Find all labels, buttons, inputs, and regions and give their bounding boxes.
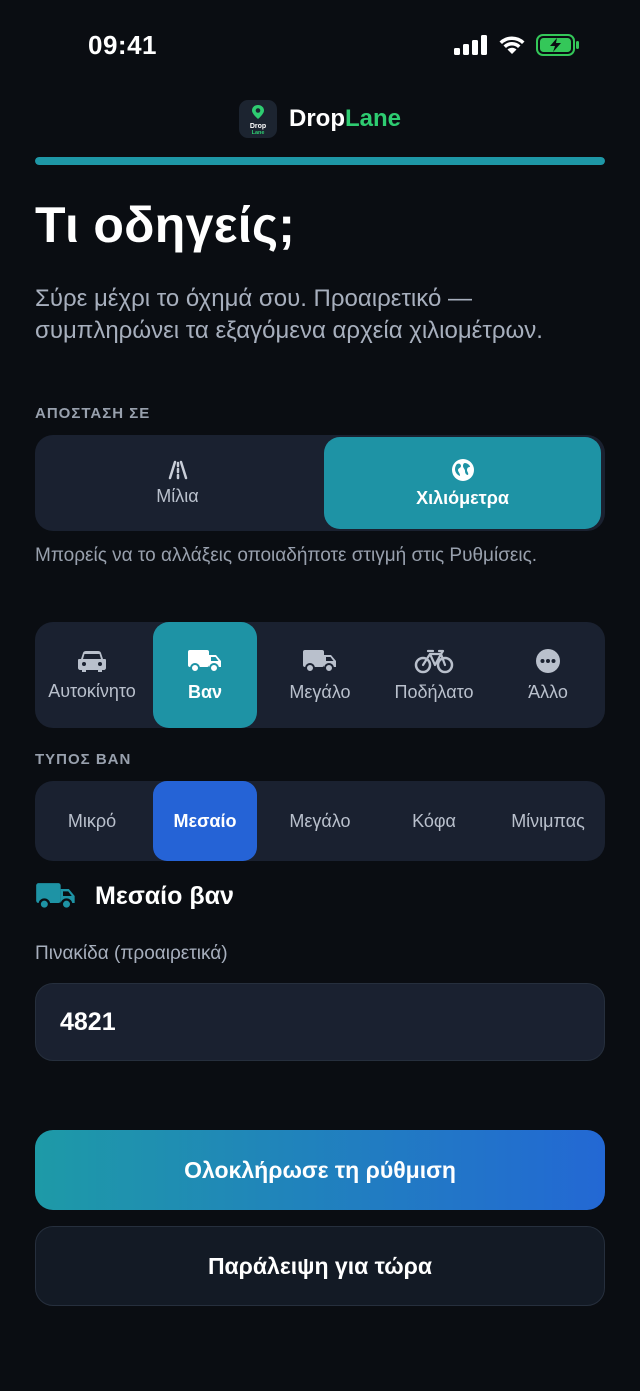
selected-vehicle-label: Μεσαίο βαν: [95, 881, 234, 910]
van-size-minibus[interactable]: Μίνιμπας: [491, 781, 605, 861]
van-icon: [35, 880, 77, 912]
distance-section-label: ΑΠΟΣΤΑΣΗ ΣΕ: [35, 405, 151, 422]
skip-button[interactable]: Παράλειψη για τώρα: [35, 1226, 605, 1306]
signal-icon: [454, 35, 488, 55]
setup-progress-fill: [35, 157, 605, 165]
van-size-box[interactable]: Κόφα: [377, 781, 491, 861]
van-size-large[interactable]: Μεγάλο: [263, 781, 377, 861]
van-type-section-label: ΤΥΠΟΣ ΒΑΝ: [35, 751, 132, 768]
unit-option-miles-label: Μίλια: [156, 485, 199, 506]
unit-option-miles[interactable]: Μίλια: [35, 435, 320, 531]
vehicle-type-selector: Αυτοκίνητο Βαν Μεγάλο Ποδήλατο Άλλο: [35, 622, 605, 728]
unit-option-kilometers[interactable]: Χιλιόμετρα: [324, 437, 601, 529]
van-size-medium[interactable]: Μεσαίο: [153, 781, 257, 861]
vehicle-option-bicycle-label: Ποδήλατο: [394, 681, 474, 702]
vehicle-option-van-label: Βαν: [187, 681, 223, 702]
bicycle-icon: [414, 648, 454, 674]
brand-header: Drop Lane DropLane: [0, 100, 640, 138]
status-icons: [454, 34, 580, 56]
truck-icon: [302, 648, 338, 674]
app-logo: Drop Lane: [238, 100, 277, 138]
vehicle-option-large[interactable]: Μεγάλο: [263, 622, 377, 728]
page-subtitle: Σύρε μέχρι το όχημά σου. Προαιρετικό — σ…: [35, 285, 543, 344]
vehicle-option-other[interactable]: Άλλο: [491, 622, 605, 728]
car-icon: [77, 649, 107, 673]
plate-input[interactable]: 4821: [35, 983, 605, 1061]
app-name: DropLane: [288, 105, 401, 132]
battery-charging-icon: [536, 34, 580, 56]
van-size-selector: Μικρό Μεσαίο Μεγάλο Κόφα Μίνιμπας: [35, 781, 605, 861]
plate-field-label: Πινακίδα (προαιρετικά): [35, 943, 228, 964]
globe-icon: [451, 458, 475, 482]
vehicle-option-bicycle[interactable]: Ποδήλατο: [377, 622, 491, 728]
setup-progress-bar: [35, 157, 605, 165]
svg-text:Lane: Lane: [252, 130, 265, 136]
vehicle-option-other-label: Άλλο: [528, 681, 568, 702]
distance-unit-selector: Μίλια Χιλιόμετρα: [35, 435, 605, 531]
selected-vehicle: Μεσαίο βαν: [35, 880, 234, 912]
finish-setup-button[interactable]: Ολοκλήρωσε τη ρύθμιση: [35, 1130, 605, 1210]
unit-option-kilometers-label: Χιλιόμετρα: [416, 487, 509, 508]
vehicle-option-car-label: Αυτοκίνητο: [48, 680, 136, 701]
page-title: Τι οδηγείς;: [35, 197, 296, 253]
more-icon: [535, 648, 561, 674]
vehicle-option-van[interactable]: Βαν: [153, 622, 257, 728]
vehicle-option-car[interactable]: Αυτοκίνητο: [35, 622, 149, 728]
van-icon: [187, 648, 223, 674]
status-time: 09:41: [88, 30, 157, 60]
van-size-small[interactable]: Μικρό: [35, 781, 149, 861]
wifi-icon: [498, 35, 526, 55]
svg-text:Drop: Drop: [250, 123, 266, 130]
distance-hint: Μπορείς να το αλλάξεις οποιαδήποτε στιγμ…: [35, 545, 538, 566]
vehicle-option-large-label: Μεγάλο: [289, 681, 351, 702]
road-icon: [161, 460, 195, 480]
